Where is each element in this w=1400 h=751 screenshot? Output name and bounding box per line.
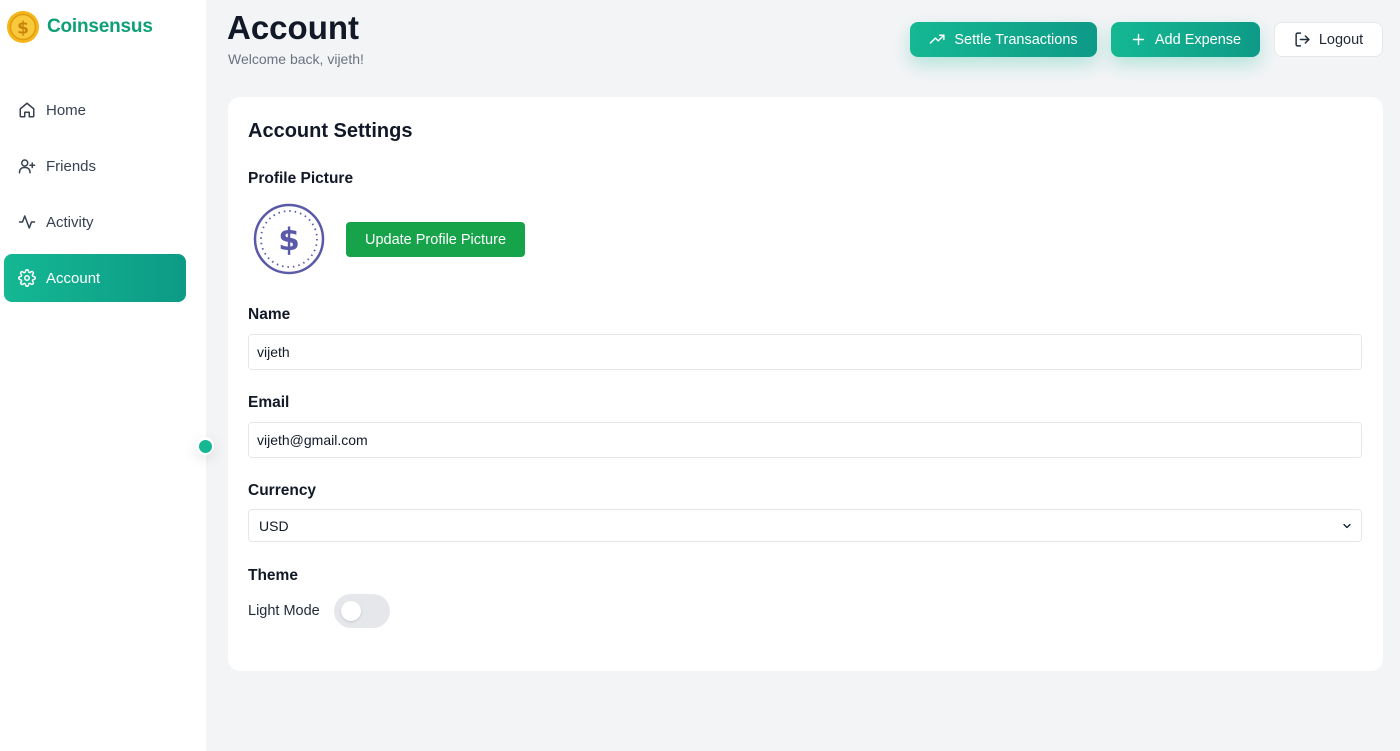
settle-label: Settle Transactions [954, 31, 1078, 48]
brand-name: Coinsensus [47, 16, 153, 37]
currency-value: USD [259, 517, 289, 534]
sidebar-collapse-toggle[interactable] [196, 437, 214, 455]
settle-transactions-button[interactable]: Settle Transactions [910, 22, 1097, 57]
theme-label: Theme [248, 567, 298, 584]
svg-text:$: $ [278, 222, 300, 258]
dot-icon [198, 439, 212, 453]
profile-picture-label: Profile Picture [248, 170, 354, 187]
coin-logo-icon: $ [7, 11, 39, 43]
app-root: $ Coinsensus Home Friends Activity Accou… [0, 0, 1400, 751]
sidebar-item-label: Home [46, 101, 87, 119]
logout-label: Logout [1318, 31, 1364, 48]
email-value: vijeth@gmail.com [257, 432, 368, 448]
logout-button[interactable]: Logout [1274, 22, 1383, 57]
sidebar: $ Coinsensus Home Friends Activity Accou… [0, 0, 206, 751]
card-title: Account Settings [248, 120, 413, 142]
update-profile-picture-button[interactable]: Update Profile Picture [346, 222, 525, 257]
brand[interactable]: $ Coinsensus [6, 10, 153, 44]
sidebar-item-activity[interactable]: Activity [4, 198, 186, 246]
sidebar-item-account[interactable]: Account [4, 254, 186, 302]
sidebar-nav: Home Friends Activity Account [4, 86, 186, 310]
add-expense-label: Add Expense [1154, 31, 1242, 48]
sidebar-item-home[interactable]: Home [4, 86, 186, 134]
plus-icon [1132, 33, 1145, 46]
sidebar-item-label: Account [46, 269, 101, 287]
gear-icon [18, 269, 36, 287]
welcome-text: Welcome back, vijeth! [228, 51, 364, 67]
home-icon [18, 101, 36, 119]
sidebar-item-friends[interactable]: Friends [4, 142, 186, 190]
trending-up-icon [930, 34, 945, 44]
currency-select[interactable]: USD [248, 509, 1362, 542]
theme-row: Light Mode [248, 594, 390, 628]
svg-text:$: $ [17, 19, 29, 39]
email-label: Email [248, 394, 290, 411]
activity-icon [18, 213, 36, 231]
avatar-dollar-icon: $ [253, 203, 325, 275]
page-title: Account [227, 9, 359, 46]
sidebar-item-label: Activity [46, 213, 94, 231]
user-plus-icon [18, 157, 36, 175]
email-field[interactable]: vijeth@gmail.com [248, 422, 1362, 458]
toggle-knob [340, 601, 361, 621]
name-value: vijeth [257, 344, 290, 360]
add-expense-button[interactable]: Add Expense [1111, 22, 1260, 57]
account-settings-card: Account Settings Profile Picture $ Updat… [228, 97, 1383, 671]
name-label: Name [248, 306, 291, 323]
logout-icon [1295, 32, 1310, 47]
name-field[interactable]: vijeth [248, 334, 1362, 370]
theme-mode-text: Light Mode [248, 603, 320, 619]
chevron-down-icon [1343, 523, 1351, 528]
dark-mode-toggle[interactable] [333, 594, 390, 628]
sidebar-item-label: Friends [46, 157, 97, 175]
currency-label: Currency [248, 482, 317, 499]
